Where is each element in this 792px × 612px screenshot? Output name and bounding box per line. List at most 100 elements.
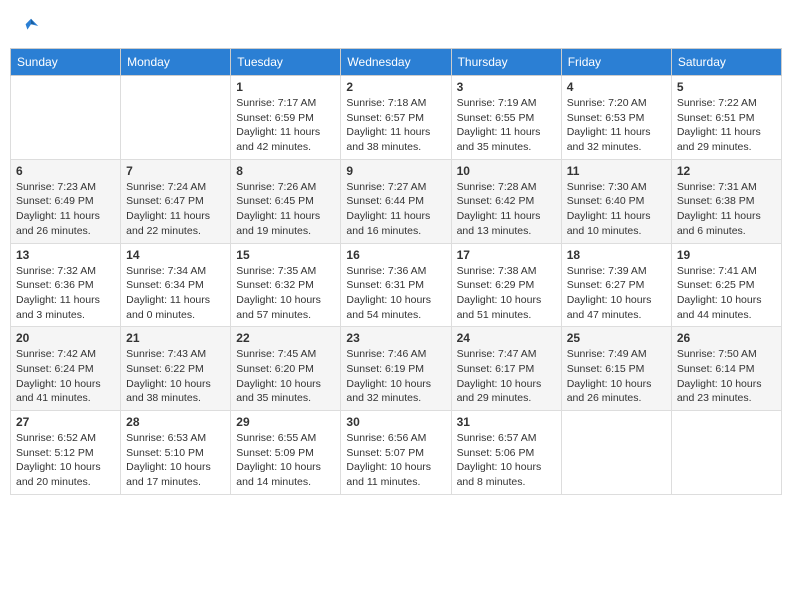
day-number: 24 <box>457 331 556 345</box>
day-info: Sunrise: 7:17 AM Sunset: 6:59 PM Dayligh… <box>236 96 335 155</box>
day-info: Sunrise: 6:53 AM Sunset: 5:10 PM Dayligh… <box>126 431 225 490</box>
day-of-week-header: Tuesday <box>231 49 341 76</box>
day-of-week-header: Sunday <box>11 49 121 76</box>
day-info: Sunrise: 7:46 AM Sunset: 6:19 PM Dayligh… <box>346 347 445 406</box>
calendar-day-cell: 15 Sunrise: 7:35 AM Sunset: 6:32 PM Dayli… <box>231 243 341 327</box>
day-number: 23 <box>346 331 445 345</box>
calendar-day-cell: 2 Sunrise: 7:18 AM Sunset: 6:57 PM Daylig… <box>341 76 451 160</box>
calendar-day-cell: 16 Sunrise: 7:36 AM Sunset: 6:31 PM Dayli… <box>341 243 451 327</box>
day-number: 2 <box>346 80 445 94</box>
day-info: Sunrise: 7:31 AM Sunset: 6:38 PM Dayligh… <box>677 180 776 239</box>
calendar-week-row: 27 Sunrise: 6:52 AM Sunset: 5:12 PM Dayli… <box>11 411 782 495</box>
day-info: Sunrise: 7:39 AM Sunset: 6:27 PM Dayligh… <box>567 264 666 323</box>
day-info: Sunrise: 7:34 AM Sunset: 6:34 PM Dayligh… <box>126 264 225 323</box>
day-of-week-header: Monday <box>121 49 231 76</box>
day-info: Sunrise: 7:22 AM Sunset: 6:51 PM Dayligh… <box>677 96 776 155</box>
logo-bird-icon <box>22 17 40 35</box>
day-of-week-header: Thursday <box>451 49 561 76</box>
day-number: 10 <box>457 164 556 178</box>
day-number: 25 <box>567 331 666 345</box>
day-info: Sunrise: 7:43 AM Sunset: 6:22 PM Dayligh… <box>126 347 225 406</box>
day-info: Sunrise: 7:30 AM Sunset: 6:40 PM Dayligh… <box>567 180 666 239</box>
day-info: Sunrise: 6:55 AM Sunset: 5:09 PM Dayligh… <box>236 431 335 490</box>
day-number: 5 <box>677 80 776 94</box>
day-info: Sunrise: 7:41 AM Sunset: 6:25 PM Dayligh… <box>677 264 776 323</box>
day-info: Sunrise: 7:38 AM Sunset: 6:29 PM Dayligh… <box>457 264 556 323</box>
calendar-day-cell <box>561 411 671 495</box>
day-number: 16 <box>346 248 445 262</box>
day-number: 4 <box>567 80 666 94</box>
calendar-week-row: 1 Sunrise: 7:17 AM Sunset: 6:59 PM Daylig… <box>11 76 782 160</box>
day-info: Sunrise: 7:28 AM Sunset: 6:42 PM Dayligh… <box>457 180 556 239</box>
page-header <box>10 10 782 43</box>
day-info: Sunrise: 7:35 AM Sunset: 6:32 PM Dayligh… <box>236 264 335 323</box>
day-info: Sunrise: 7:24 AM Sunset: 6:47 PM Dayligh… <box>126 180 225 239</box>
day-number: 14 <box>126 248 225 262</box>
day-info: Sunrise: 7:50 AM Sunset: 6:14 PM Dayligh… <box>677 347 776 406</box>
day-of-week-header: Wednesday <box>341 49 451 76</box>
day-number: 12 <box>677 164 776 178</box>
day-info: Sunrise: 7:49 AM Sunset: 6:15 PM Dayligh… <box>567 347 666 406</box>
calendar-day-cell: 19Sunrise: 7:41 AM Sunset: 6:25 PM Dayli… <box>671 243 781 327</box>
calendar-day-cell: 17 Sunrise: 7:38 AM Sunset: 6:29 PM Dayli… <box>451 243 561 327</box>
day-info: Sunrise: 7:18 AM Sunset: 6:57 PM Dayligh… <box>346 96 445 155</box>
calendar-day-cell: 29Sunrise: 6:55 AM Sunset: 5:09 PM Dayli… <box>231 411 341 495</box>
calendar-day-cell: 23 Sunrise: 7:46 AM Sunset: 6:19 PM Dayli… <box>341 327 451 411</box>
calendar-day-cell: 11 Sunrise: 7:30 AM Sunset: 6:40 PM Dayli… <box>561 159 671 243</box>
day-info: Sunrise: 7:20 AM Sunset: 6:53 PM Dayligh… <box>567 96 666 155</box>
day-info: Sunrise: 7:42 AM Sunset: 6:24 PM Dayligh… <box>16 347 115 406</box>
calendar-day-cell: 24 Sunrise: 7:47 AM Sunset: 6:17 PM Dayli… <box>451 327 561 411</box>
day-info: Sunrise: 7:32 AM Sunset: 6:36 PM Dayligh… <box>16 264 115 323</box>
calendar-week-row: 6 Sunrise: 7:23 AM Sunset: 6:49 PM Daylig… <box>11 159 782 243</box>
day-number: 7 <box>126 164 225 178</box>
calendar-day-cell: 20Sunrise: 7:42 AM Sunset: 6:24 PM Dayli… <box>11 327 121 411</box>
calendar-day-cell: 7 Sunrise: 7:24 AM Sunset: 6:47 PM Daylig… <box>121 159 231 243</box>
calendar-day-cell: 18 Sunrise: 7:39 AM Sunset: 6:27 PM Dayli… <box>561 243 671 327</box>
calendar-day-cell: 14 Sunrise: 7:34 AM Sunset: 6:34 PM Dayli… <box>121 243 231 327</box>
day-number: 1 <box>236 80 335 94</box>
calendar-week-row: 13 Sunrise: 7:32 AM Sunset: 6:36 PM Dayli… <box>11 243 782 327</box>
calendar-table: SundayMondayTuesdayWednesdayThursdayFrid… <box>10 48 782 495</box>
calendar-day-cell: 22 Sunrise: 7:45 AM Sunset: 6:20 PM Dayli… <box>231 327 341 411</box>
calendar-day-cell <box>671 411 781 495</box>
calendar-day-cell: 1 Sunrise: 7:17 AM Sunset: 6:59 PM Daylig… <box>231 76 341 160</box>
calendar-day-cell: 26 Sunrise: 7:50 AM Sunset: 6:14 PM Dayli… <box>671 327 781 411</box>
day-number: 28 <box>126 415 225 429</box>
day-info: Sunrise: 7:27 AM Sunset: 6:44 PM Dayligh… <box>346 180 445 239</box>
day-number: 21 <box>126 331 225 345</box>
calendar-day-cell: 9Sunrise: 7:27 AM Sunset: 6:44 PM Daylig… <box>341 159 451 243</box>
day-info: Sunrise: 7:45 AM Sunset: 6:20 PM Dayligh… <box>236 347 335 406</box>
calendar-day-cell: 13 Sunrise: 7:32 AM Sunset: 6:36 PM Dayli… <box>11 243 121 327</box>
day-number: 17 <box>457 248 556 262</box>
day-number: 18 <box>567 248 666 262</box>
day-info: Sunrise: 6:52 AM Sunset: 5:12 PM Dayligh… <box>16 431 115 490</box>
day-info: Sunrise: 7:19 AM Sunset: 6:55 PM Dayligh… <box>457 96 556 155</box>
calendar-day-cell: 3Sunrise: 7:19 AM Sunset: 6:55 PM Daylig… <box>451 76 561 160</box>
day-info: Sunrise: 7:23 AM Sunset: 6:49 PM Dayligh… <box>16 180 115 239</box>
calendar-day-cell: 4 Sunrise: 7:20 AM Sunset: 6:53 PM Daylig… <box>561 76 671 160</box>
day-number: 26 <box>677 331 776 345</box>
calendar-day-cell: 28 Sunrise: 6:53 AM Sunset: 5:10 PM Dayli… <box>121 411 231 495</box>
day-number: 31 <box>457 415 556 429</box>
day-number: 22 <box>236 331 335 345</box>
calendar-header-row: SundayMondayTuesdayWednesdayThursdayFrid… <box>11 49 782 76</box>
calendar-day-cell: 12 Sunrise: 7:31 AM Sunset: 6:38 PM Dayli… <box>671 159 781 243</box>
day-number: 15 <box>236 248 335 262</box>
calendar-day-cell: 8Sunrise: 7:26 AM Sunset: 6:45 PM Daylig… <box>231 159 341 243</box>
day-number: 6 <box>16 164 115 178</box>
calendar-day-cell: 30 Sunrise: 6:56 AM Sunset: 5:07 PM Dayli… <box>341 411 451 495</box>
day-of-week-header: Saturday <box>671 49 781 76</box>
logo <box>20 20 40 38</box>
day-info: Sunrise: 7:36 AM Sunset: 6:31 PM Dayligh… <box>346 264 445 323</box>
day-number: 27 <box>16 415 115 429</box>
calendar-day-cell: 6 Sunrise: 7:23 AM Sunset: 6:49 PM Daylig… <box>11 159 121 243</box>
calendar-day-cell <box>121 76 231 160</box>
day-number: 11 <box>567 164 666 178</box>
calendar-day-cell: 21 Sunrise: 7:43 AM Sunset: 6:22 PM Dayli… <box>121 327 231 411</box>
day-info: Sunrise: 7:47 AM Sunset: 6:17 PM Dayligh… <box>457 347 556 406</box>
day-info: Sunrise: 6:57 AM Sunset: 5:06 PM Dayligh… <box>457 431 556 490</box>
day-number: 13 <box>16 248 115 262</box>
day-info: Sunrise: 6:56 AM Sunset: 5:07 PM Dayligh… <box>346 431 445 490</box>
day-number: 30 <box>346 415 445 429</box>
calendar-day-cell <box>11 76 121 160</box>
